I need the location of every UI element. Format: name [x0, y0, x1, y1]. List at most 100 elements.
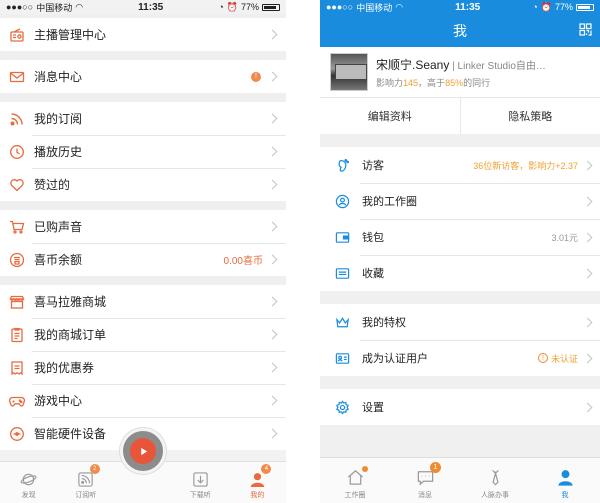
chevron-right-icon — [582, 196, 593, 206]
status-right: ◔ ⏰ 77% — [218, 2, 280, 13]
qr-code-icon[interactable] — [579, 23, 592, 36]
row-xi-balance[interactable]: 喜币余额 0.00喜币 — [0, 243, 286, 276]
profile-company: | Linker Studio自由… — [449, 60, 546, 72]
row-game-center[interactable]: 游戏中心 — [0, 384, 286, 417]
row-liked[interactable]: 赞过的 — [0, 168, 286, 201]
row-work-circle[interactable]: 我的工作圈 — [320, 183, 600, 219]
profile-card[interactable]: 宋顺宁.Seany | Linker Studio自由… 影响力145，高于85… — [320, 47, 600, 97]
profile-name-line: 宋顺宁.Seany | Linker Studio自由… — [376, 56, 590, 73]
message-group: 消息中心 ! — [0, 60, 286, 93]
profile-info: 宋顺宁.Seany | Linker Studio自由… 影响力145，高于85… — [376, 56, 590, 89]
status-time: 11:35 — [138, 1, 164, 13]
tab-subscribe[interactable]: 2 订阅听 — [57, 462, 114, 503]
profile-name: 宋顺宁.Seany — [376, 57, 450, 72]
row-host-center[interactable]: 主播管理中心 — [0, 18, 286, 51]
status-right: ◔ ⏰ 77% — [532, 2, 594, 13]
chevron-right-icon — [582, 402, 593, 412]
tab-label: 消息 — [418, 492, 432, 499]
heart-icon — [8, 176, 25, 193]
section-gap — [0, 201, 286, 210]
row-purchased[interactable]: 已购声音 — [0, 210, 286, 243]
status-bar: ●●●○○ 中国移动 ◠ 11:35 ◔ ⏰ 77% — [320, 0, 600, 14]
xi-coin-icon — [8, 251, 25, 268]
row-privileges[interactable]: 我的特权 — [320, 304, 600, 340]
higher-than-label: ，高于 — [418, 77, 446, 88]
peers-label: 的同行 — [463, 77, 491, 88]
host-group: 主播管理中心 — [0, 18, 286, 51]
profile-actions: 编辑资料 隐私策略 — [320, 97, 600, 134]
play-button[interactable] — [120, 428, 166, 474]
tab-discover[interactable]: 发现 — [0, 462, 57, 503]
row-favorites[interactable]: 收藏 — [320, 255, 600, 291]
chevron-right-icon — [267, 146, 278, 157]
row-label: 我的特权 — [362, 317, 406, 329]
privilege-group: 我的特权 成为认证用户 ! 未认证 — [320, 304, 600, 376]
battery-percent: 77% — [240, 2, 259, 12]
row-label: 播放历史 — [34, 145, 83, 159]
listening-group: 我的订阅 播放历史 赞过的 — [0, 102, 286, 201]
row-label: 收藏 — [362, 268, 384, 280]
wifi-icon: ◠ — [75, 1, 84, 12]
section-gap — [320, 134, 600, 147]
row-verify[interactable]: 成为认证用户 ! 未认证 — [320, 340, 600, 376]
row-label: 主播管理中心 — [34, 28, 107, 42]
chevron-right-icon — [267, 329, 278, 340]
right-phone-screen: ●●●○○ 中国移动 ◠ 11:35 ◔ ⏰ 77% 我 宋顺宁.Seany |… — [320, 0, 600, 503]
row-store-orders[interactable]: 我的商城订单 — [0, 318, 286, 351]
tab-me[interactable]: 我 — [530, 458, 600, 503]
row-label: 设置 — [362, 402, 384, 414]
row-history[interactable]: 播放历史 — [0, 135, 286, 168]
row-label: 访客 — [362, 160, 384, 172]
row-store[interactable]: 喜马拉雅商城 — [0, 285, 286, 318]
page-title: 我 — [453, 22, 467, 39]
device-icon — [8, 425, 25, 442]
wifi-icon: ◠ — [395, 1, 404, 12]
tab-messages[interactable]: 1 消息 — [390, 458, 460, 503]
tab-label: 下载听 — [189, 492, 211, 499]
chevron-right-icon — [267, 71, 278, 82]
top-header: ●●●○○ 中国移动 ◠ 11:35 ◔ ⏰ 77% 我 — [320, 0, 600, 47]
edit-profile-button[interactable]: 编辑资料 — [320, 98, 460, 134]
gear-icon — [334, 399, 350, 415]
row-label: 钱包 — [362, 232, 384, 244]
row-label: 喜币余额 — [34, 253, 83, 267]
tab-workcircle[interactable]: 工作圈 — [320, 458, 390, 503]
tab-download[interactable]: 下载听 — [172, 462, 229, 503]
gamepad-icon — [8, 392, 25, 409]
row-label: 消息中心 — [34, 70, 83, 84]
section-gap — [0, 276, 286, 285]
chevron-right-icon — [582, 232, 593, 242]
status-bar: ●●●○○ 中国移动 ◠ 11:35 ◔ ⏰ 77% — [0, 0, 286, 14]
tab-label: 发现 — [21, 492, 36, 499]
row-label: 我的优惠券 — [34, 361, 95, 375]
signal-icon: ●●●○○ — [326, 2, 354, 12]
row-messages[interactable]: 消息中心 ! — [0, 60, 286, 93]
shopping-cart-icon — [8, 218, 25, 235]
archive-box-icon — [334, 265, 350, 281]
row-coupons[interactable]: 我的优惠券 — [0, 351, 286, 384]
row-label: 我的订阅 — [34, 112, 83, 126]
row-settings[interactable]: 设置 — [320, 389, 600, 425]
row-label: 已购声音 — [34, 220, 83, 234]
chevron-right-icon — [267, 113, 278, 124]
bottom-tab-bar: 工作圈 1 消息 人脉办事 我 — [320, 457, 600, 503]
section-gap — [0, 51, 286, 60]
row-subscriptions[interactable]: 我的订阅 — [0, 102, 286, 135]
tab-label: 订阅听 — [75, 492, 97, 499]
notification-badge: ! — [251, 71, 261, 82]
row-wallet[interactable]: 钱包 3.01元 — [320, 219, 600, 255]
tab-network[interactable]: 人脉办事 — [460, 458, 530, 503]
privacy-policy-button[interactable]: 隐私策略 — [459, 98, 600, 134]
storefront-icon — [8, 293, 25, 310]
download-icon — [191, 470, 209, 488]
unread-dot — [362, 466, 368, 472]
row-visitors[interactable]: 访客 36位新访客，影响力+2.37 — [320, 147, 600, 183]
chevron-right-icon — [267, 362, 278, 373]
chevron-right-icon — [582, 317, 593, 327]
footprint-icon — [334, 157, 350, 173]
chevron-right-icon — [267, 428, 278, 439]
tab-mine[interactable]: 4 我的 — [229, 462, 286, 503]
subscribe-badge: 2 — [89, 464, 100, 474]
carrier-info: ●●●○○ 中国移动 ◠ — [6, 1, 83, 14]
chevron-right-icon — [267, 29, 278, 40]
